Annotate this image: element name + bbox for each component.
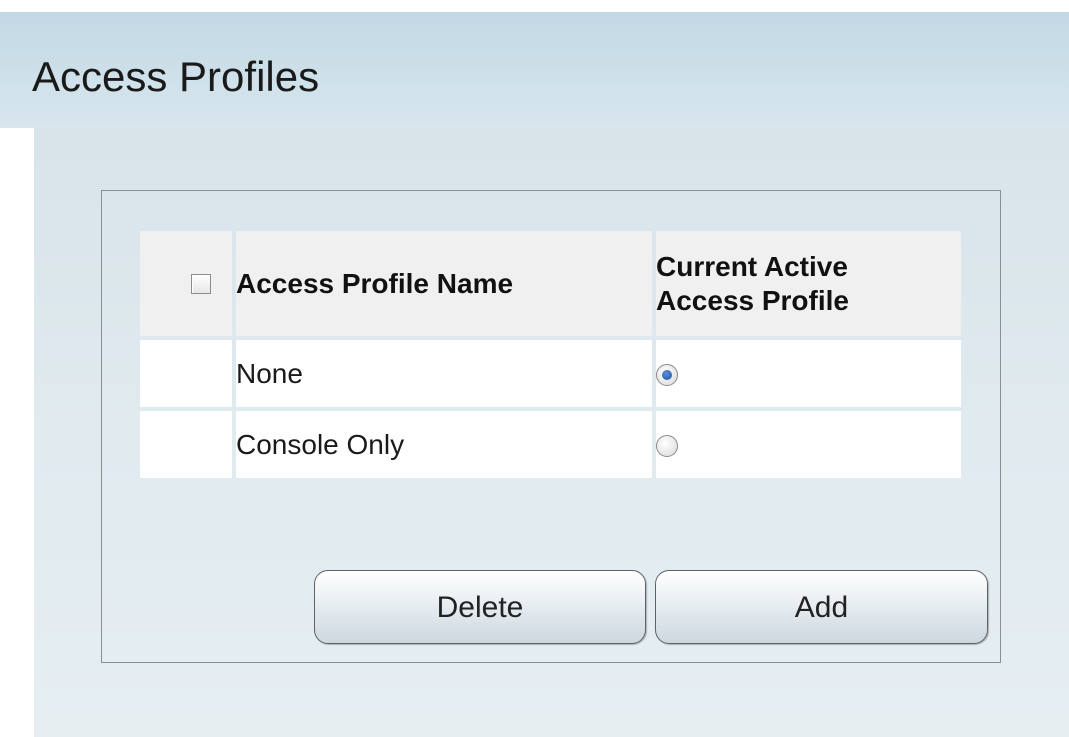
active-radio-cell bbox=[656, 340, 961, 407]
table-header-row: Access Profile Name Current Active Acces… bbox=[140, 231, 961, 336]
column-header-name[interactable]: Access Profile Name bbox=[236, 231, 652, 336]
profile-name: Console Only bbox=[236, 411, 652, 478]
row-select-cell bbox=[140, 411, 232, 478]
active-profile-radio-console-only[interactable] bbox=[656, 435, 678, 458]
table-row[interactable]: Console Only bbox=[140, 411, 961, 478]
profile-name: None bbox=[236, 340, 652, 407]
table-row[interactable]: None bbox=[140, 340, 961, 407]
column-header-active-line2: Access Profile bbox=[656, 284, 849, 316]
add-button[interactable]: Add bbox=[655, 570, 988, 644]
page-header: Access Profiles bbox=[0, 12, 1069, 128]
page-title: Access Profiles bbox=[32, 53, 320, 100]
active-profile-radio-none[interactable] bbox=[656, 364, 678, 387]
column-header-active-line1: Current Active bbox=[656, 250, 848, 282]
column-header-active[interactable]: Current Active Access Profile bbox=[656, 231, 961, 336]
row-select-cell bbox=[140, 340, 232, 407]
select-all-header bbox=[140, 231, 232, 336]
active-radio-cell bbox=[656, 411, 961, 478]
select-all-checkbox[interactable] bbox=[191, 273, 211, 294]
delete-button[interactable]: Delete bbox=[314, 570, 646, 644]
access-profiles-table: Access Profile Name Current Active Acces… bbox=[136, 227, 965, 482]
